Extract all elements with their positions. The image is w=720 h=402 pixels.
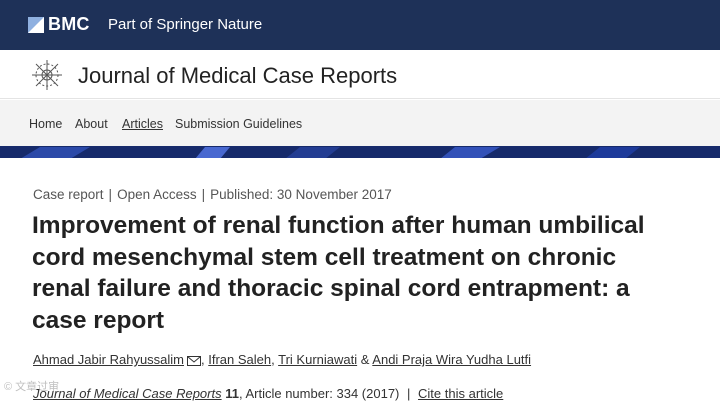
cite-article-link[interactable]: Cite this article — [418, 386, 503, 401]
journal-header: Journal of Medical Case Reports — [0, 50, 720, 99]
open-access-label: Open Access — [117, 187, 197, 202]
article-title: Improvement of renal function after huma… — [32, 210, 692, 336]
title-line: Improvement of renal function after huma… — [32, 212, 645, 239]
brand-name: BMC — [48, 14, 90, 34]
title-line: renal failure and thoracic spinal cord e… — [32, 275, 630, 302]
journal-title[interactable]: Journal of Medical Case Reports — [78, 63, 397, 89]
article-citation: Journal of Medical Case Reports 11, Arti… — [33, 386, 504, 401]
author-link[interactable]: Ahmad Jabir Rahyussalim — [33, 352, 184, 367]
volume-number: 11 — [225, 386, 239, 401]
author-link[interactable]: Tri Kurniawati — [278, 352, 357, 367]
bmc-logo-icon — [28, 16, 44, 33]
decorative-banner — [0, 146, 720, 158]
journal-logo-icon[interactable] — [30, 58, 64, 92]
nav-about[interactable]: About — [75, 117, 108, 131]
nav-submission-guidelines[interactable]: Submission Guidelines — [175, 117, 302, 131]
nav-home[interactable]: Home — [29, 117, 62, 131]
journal-nav: Home About Articles Submission Guideline… — [0, 100, 720, 146]
title-line: case report — [32, 306, 165, 334]
envelope-icon[interactable] — [187, 354, 202, 369]
author-link[interactable]: Andi Praja Wira Yudha Lutfi — [372, 352, 531, 367]
site-header: BMC Part of Springer Nature — [0, 0, 720, 50]
bmc-logo[interactable]: BMC — [28, 14, 90, 35]
nav-articles[interactable]: Articles — [122, 117, 163, 131]
article-number: , Article number: 334 (2017) — [238, 386, 400, 401]
title-line: cord mesenchymal stem cell treatment on … — [32, 243, 617, 271]
author-link[interactable]: Ifran Saleh — [208, 352, 271, 367]
article-type: Case report — [33, 187, 104, 202]
author-list: Ahmad Jabir Rahyussalim, Ifran Saleh, Tr… — [33, 352, 532, 369]
journal-name-link[interactable]: Journal of Medical Case Reports — [33, 386, 222, 401]
published-date: Published: 30 November 2017 — [210, 187, 392, 202]
article-meta: Case report | Open Access | Published: 30 No… — [33, 187, 392, 202]
springer-tagline[interactable]: Part of Springer Nature — [108, 16, 262, 33]
